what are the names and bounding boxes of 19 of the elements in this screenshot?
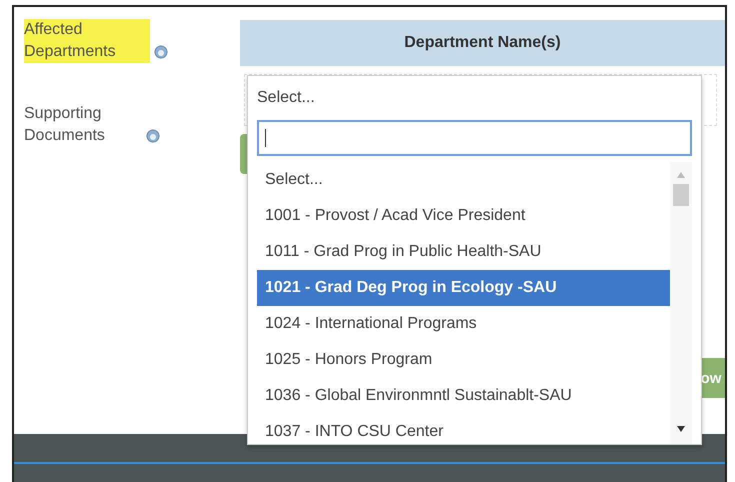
scroll-thumb[interactable] <box>673 184 689 206</box>
scroll-up-icon[interactable] <box>677 172 685 178</box>
dropdown-option[interactable]: 1036 - Global Environmntl Sustainablt-SAU <box>257 378 670 414</box>
select-value: Select... <box>257 88 316 108</box>
field-label: Supporting Documents <box>24 104 106 146</box>
field-label: Affected Departments <box>24 19 150 63</box>
dropdown-option[interactable]: 1001 - Provost / Acad Vice President <box>257 198 670 234</box>
dropdown-option[interactable]: Select... <box>257 162 670 198</box>
dropdown-option[interactable]: 1011 - Grad Prog in Public Health-SAU <box>257 234 670 270</box>
help-icon[interactable] <box>146 129 160 143</box>
dropdown-option[interactable]: 1024 - International Programs <box>257 306 670 342</box>
scroll-down-icon[interactable] <box>677 426 685 432</box>
search-field[interactable] <box>257 120 692 156</box>
help-icon[interactable] <box>154 45 168 59</box>
scrollbar[interactable] <box>670 162 692 444</box>
column-header: Department Name(s) <box>404 34 561 52</box>
dropdown-option[interactable]: 1025 - Honors Program <box>257 342 670 378</box>
dropdown-option[interactable]: 1037 - INTO CSU Center <box>257 414 670 444</box>
dropdown-option[interactable]: 1021 - Grad Deg Prog in Ecology -SAU <box>257 270 670 306</box>
